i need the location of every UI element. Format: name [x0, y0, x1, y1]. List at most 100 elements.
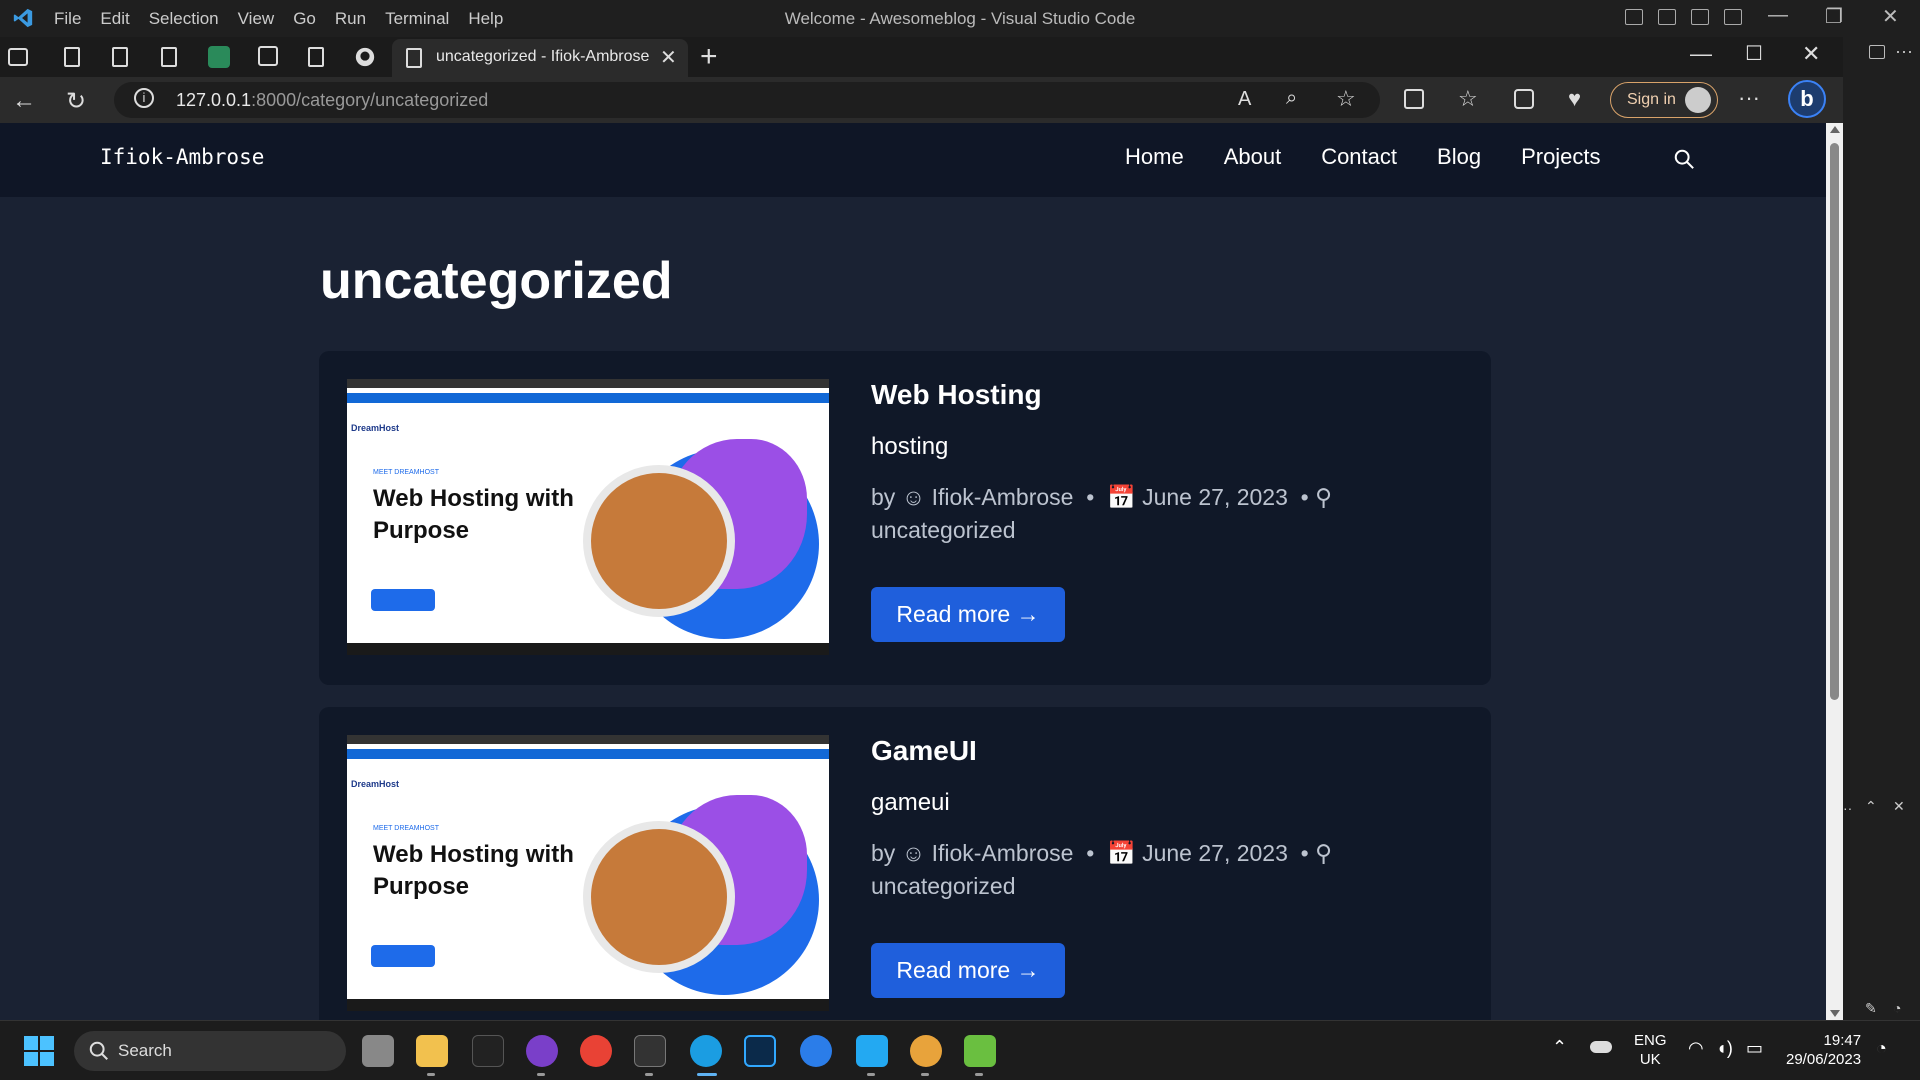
nav-projects[interactable]: Projects: [1521, 144, 1600, 170]
bluestacks-icon[interactable]: [964, 1035, 996, 1067]
tab-edit-icon[interactable]: [258, 46, 278, 66]
scroll-thumb[interactable]: [1830, 143, 1839, 700]
notification-bell-icon[interactable]: ◔: [1876, 1038, 1887, 1059]
edge-icon[interactable]: [690, 1035, 722, 1067]
chevron-up-icon[interactable]: ⌃: [1552, 1037, 1567, 1058]
menu-go[interactable]: Go: [293, 9, 316, 29]
post-author[interactable]: Ifiok-Ambrose: [932, 840, 1074, 866]
clock-date: 29/06/2023: [1786, 1051, 1862, 1068]
terminal-icon[interactable]: [634, 1035, 666, 1067]
nav-blog[interactable]: Blog: [1437, 144, 1481, 170]
tab-page-icon[interactable]: [161, 47, 177, 67]
tab-active[interactable]: uncategorized - Ifiok-Ambrose ✕: [392, 39, 688, 77]
site-brand[interactable]: Ifiok-Ambrose: [100, 145, 264, 169]
vscode-restore-icon[interactable]: ❐: [1825, 4, 1843, 29]
url-host: 127.0.0.1: [176, 90, 252, 110]
tradingview-icon[interactable]: [472, 1035, 504, 1067]
favorites-icon[interactable]: ☆: [1458, 86, 1478, 112]
wifi-icon[interactable]: ◠: [1688, 1038, 1704, 1059]
toggle-sidebar-icon[interactable]: [1625, 9, 1643, 25]
collections-icon[interactable]: [1514, 89, 1534, 109]
split-editor-icon[interactable]: [1869, 45, 1885, 59]
onedrive-icon[interactable]: [1590, 1041, 1612, 1053]
tab-page-icon[interactable]: [308, 47, 324, 67]
browser-maximize-icon[interactable]: ☐: [1745, 41, 1763, 66]
address-bar[interactable]: i 127.0.0.1:8000/category/uncategorized …: [114, 82, 1380, 118]
panel-more-icon[interactable]: ··: [1843, 800, 1852, 816]
nav-home[interactable]: Home: [1125, 144, 1184, 170]
menu-edit[interactable]: Edit: [100, 9, 129, 29]
toggle-panel-icon[interactable]: [1658, 9, 1676, 25]
post-thumbnail[interactable]: DreamHost MEET DREAMHOST Web Hosting wit…: [347, 379, 829, 655]
photoshop-icon[interactable]: [744, 1035, 776, 1067]
github-icon[interactable]: [354, 46, 376, 68]
close-tab-icon[interactable]: ✕: [660, 45, 677, 70]
zoom-icon[interactable]: ⌕: [1286, 87, 1297, 110]
browser-essentials-icon[interactable]: ♥: [1568, 86, 1581, 112]
post-meta: by ☺ Ifiok-Ambrose • 📅 June 27, 2023 • ⚲…: [871, 481, 1391, 547]
language-indicator[interactable]: ENG UK: [1634, 1031, 1667, 1069]
more-options-icon[interactable]: ···: [1738, 85, 1760, 111]
read-more-button[interactable]: Read more →: [871, 587, 1065, 642]
browser-close-icon[interactable]: ✕: [1802, 41, 1820, 67]
chrome-canary-icon[interactable]: [910, 1035, 942, 1067]
new-tab-icon[interactable]: +: [700, 40, 718, 74]
panel-close-icon[interactable]: ✕: [1893, 798, 1905, 815]
vscode-close-icon[interactable]: ✕: [1882, 4, 1899, 29]
post-author[interactable]: Ifiok-Ambrose: [932, 484, 1074, 510]
bing-copilot-icon[interactable]: b: [1788, 80, 1826, 118]
tab-page-icon[interactable]: [64, 47, 80, 67]
tab-actions-icon[interactable]: [8, 48, 28, 66]
app-store-icon[interactable]: [800, 1035, 832, 1067]
back-icon[interactable]: ←: [12, 87, 36, 115]
menu-view[interactable]: View: [238, 9, 275, 29]
more-actions-icon[interactable]: ···: [1895, 41, 1913, 62]
volume-icon[interactable]: ◖): [1716, 1038, 1733, 1059]
active-indicator: [697, 1073, 717, 1076]
post-category[interactable]: uncategorized: [871, 517, 1016, 543]
post-title[interactable]: GameUI: [871, 735, 977, 767]
feedback-icon[interactable]: ✎: [1865, 1000, 1877, 1017]
vscode-taskbar-icon[interactable]: [856, 1035, 888, 1067]
page-scrollbar[interactable]: [1826, 123, 1843, 1020]
post-category[interactable]: uncategorized: [871, 873, 1016, 899]
toggle-secondary-sidebar-icon[interactable]: [1691, 9, 1709, 25]
scroll-down-icon[interactable]: [1830, 1010, 1840, 1017]
browser-minimize-icon[interactable]: —: [1690, 41, 1712, 67]
notifications-icon[interactable]: ◔: [1893, 1000, 1901, 1016]
menu-run[interactable]: Run: [335, 9, 366, 29]
github-desktop-icon[interactable]: [526, 1035, 558, 1067]
vscode-minimize-icon[interactable]: —: [1768, 4, 1788, 27]
chrome-icon[interactable]: [580, 1035, 612, 1067]
calendar-icon: 📅: [1107, 840, 1136, 866]
refresh-icon[interactable]: ↻: [66, 87, 86, 116]
menu-selection[interactable]: Selection: [149, 9, 219, 29]
taskbar-search[interactable]: Search: [74, 1031, 346, 1071]
read-more-button[interactable]: Read more →: [871, 943, 1065, 998]
favorite-star-icon[interactable]: ☆: [1336, 86, 1356, 112]
menu-terminal[interactable]: Terminal: [385, 9, 449, 29]
tab-page-icon[interactable]: [112, 47, 128, 67]
site-info-icon[interactable]: i: [134, 88, 154, 108]
url-text[interactable]: 127.0.0.1:8000/category/uncategorized: [176, 90, 488, 111]
menu-help[interactable]: Help: [468, 9, 503, 29]
tab-favicon-icon[interactable]: [208, 46, 230, 68]
task-view-icon[interactable]: [362, 1035, 394, 1067]
sign-in-button[interactable]: Sign in: [1610, 82, 1718, 118]
battery-icon[interactable]: ▭: [1746, 1038, 1763, 1059]
post-thumbnail[interactable]: DreamHost MEET DREAMHOST Web Hosting wit…: [347, 735, 829, 1011]
customize-layout-icon[interactable]: [1724, 9, 1742, 25]
start-icon[interactable]: [24, 1036, 54, 1066]
nav-contact[interactable]: Contact: [1321, 144, 1397, 170]
clock[interactable]: 19:47 29/06/2023: [1786, 1031, 1861, 1069]
file-explorer-icon[interactable]: [416, 1035, 448, 1067]
menu-file[interactable]: File: [54, 9, 81, 29]
nav-about[interactable]: About: [1224, 144, 1282, 170]
running-indicator: [867, 1073, 875, 1076]
post-title[interactable]: Web Hosting: [871, 379, 1042, 411]
panel-maximize-icon[interactable]: ⌃: [1865, 798, 1877, 815]
search-icon[interactable]: [1673, 148, 1695, 170]
scroll-up-icon[interactable]: [1830, 126, 1840, 133]
split-screen-icon[interactable]: [1404, 89, 1424, 109]
read-aloud-icon[interactable]: A: [1238, 88, 1251, 111]
